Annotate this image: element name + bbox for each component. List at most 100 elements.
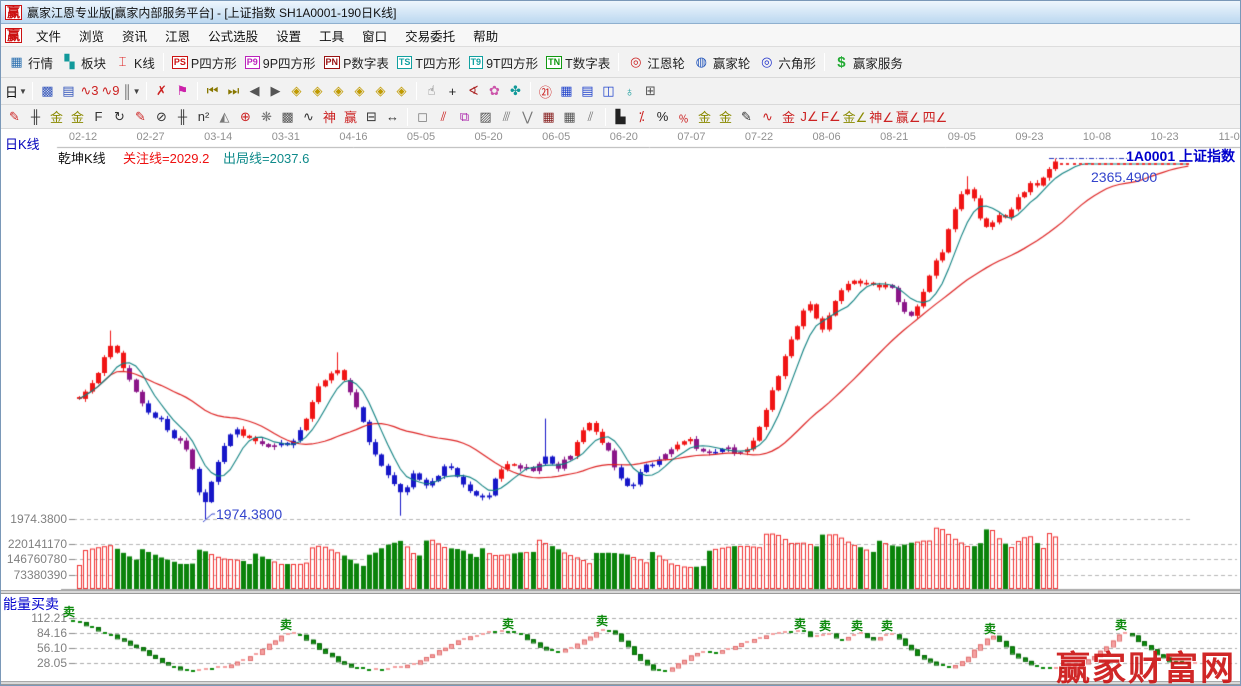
toolbar1-hexagon[interactable]: ◎六角形: [758, 53, 816, 72]
toolbar3-ying-tool[interactable]: 赢: [341, 107, 360, 126]
menu-item-工具[interactable]: 工具: [310, 24, 353, 47]
toolbar3-gold-under[interactable]: 金: [779, 107, 798, 126]
toolbar2-diamond-expand[interactable]: ◈: [329, 82, 348, 101]
menu-item-帮助[interactable]: 帮助: [464, 24, 507, 47]
toolbar2-prev[interactable]: ◀: [245, 82, 264, 101]
menu-item-设置[interactable]: 设置: [267, 24, 310, 47]
toolbar2-report[interactable]: ▤: [59, 82, 78, 101]
toolbar3-pct-slope[interactable]: ⁒: [632, 107, 651, 126]
toolbar3-pencil[interactable]: ✎: [5, 107, 24, 126]
toolbar3-gold-circle[interactable]: 金: [695, 107, 714, 126]
toolbar3-grid-dense-2[interactable]: ▦: [560, 107, 579, 126]
toolbar1-9t-square[interactable]: T99T四方形: [469, 53, 539, 72]
toolbar3-grid-dense[interactable]: ▦: [539, 107, 558, 126]
toolbar3-wave-v[interactable]: ⋁: [518, 107, 537, 126]
grid-dense-icon: ▦: [542, 109, 554, 125]
toolbar2-diamond-right[interactable]: ◈: [308, 82, 327, 101]
toolbar2-formula[interactable]: ✗: [152, 82, 171, 101]
period-label[interactable]: 日K线: [5, 134, 40, 153]
toolbar2-first-page[interactable]: ⏮: [203, 82, 222, 101]
toolbar3-n-squared[interactable]: n²: [194, 107, 213, 126]
toolbar2-chart-9[interactable]: ∿9: [101, 82, 120, 101]
kline-chart-canvas[interactable]: [1, 129, 1241, 686]
toolbar3-shen-angle[interactable]: 神∠: [869, 107, 894, 126]
toolbar3-pencil-angle[interactable]: ✎: [131, 107, 150, 126]
toolbar2-shape-pink[interactable]: ✿: [485, 82, 504, 101]
toolbar3-circle-grid[interactable]: ⊘: [152, 107, 171, 126]
menu-item-江恩[interactable]: 江恩: [156, 24, 199, 47]
toolbar3-gold-grid-2[interactable]: 金: [68, 107, 87, 126]
toolbar2-next[interactable]: ▶: [266, 82, 285, 101]
toolbar2-diamond-fit[interactable]: ◈: [392, 82, 411, 101]
toolbar2-calendar-21[interactable]: ㉑: [536, 82, 555, 101]
toolbar2-flag-colors[interactable]: ⚑: [173, 82, 192, 101]
toolbar3-wave-mark[interactable]: ∿: [299, 107, 318, 126]
toolbar2-notes[interactable]: ▤: [578, 82, 597, 101]
toolbar3-gold-angle[interactable]: 金∠: [843, 107, 868, 126]
toolbar2-shape-teal[interactable]: ✤: [506, 82, 525, 101]
toolbar2-last-page[interactable]: ⏭: [224, 82, 243, 101]
toolbar3-percent[interactable]: %: [653, 107, 672, 126]
toolbar2-candle-style[interactable]: ║▼: [122, 82, 141, 101]
toolbar3-fan-gray[interactable]: ⫻: [497, 107, 516, 126]
toolbar-separator: [530, 82, 531, 100]
toolbar2-calculator[interactable]: ▦: [557, 82, 576, 101]
toolbar2-diamond-left-right[interactable]: ◈: [287, 82, 306, 101]
menu-item-资讯[interactable]: 资讯: [113, 24, 156, 47]
pane-separator[interactable]: [1, 590, 1241, 594]
toolbar1-p-square[interactable]: PSP四方形: [172, 53, 237, 72]
toolbar1-gann-wheel[interactable]: ◎江恩轮: [627, 53, 685, 72]
toolbar3-lines-3[interactable]: ⫽: [581, 107, 600, 126]
toolbar3-grid-lines[interactable]: ╫: [26, 107, 45, 126]
toolbar1-winner-wheel[interactable]: ◍赢家轮: [693, 53, 751, 72]
toolbar2-hand-drag[interactable]: ☝: [422, 82, 441, 101]
toolbar1-winner-service[interactable]: $赢家服务: [833, 53, 903, 72]
menu-item-交易委托[interactable]: 交易委托: [396, 24, 464, 47]
menu-item-浏览[interactable]: 浏览: [70, 24, 113, 47]
toolbar3-si-angle[interactable]: 四∠: [923, 107, 948, 126]
toolbar3-hash-grid[interactable]: ╫: [173, 107, 192, 126]
toolbar2-network[interactable]: ▩: [38, 82, 57, 101]
toolbar2-angle-measure[interactable]: ∢: [464, 82, 483, 101]
toolbar2-chart-3[interactable]: ∿3: [80, 82, 99, 101]
toolbar2-save[interactable]: ◫: [599, 82, 618, 101]
toolbar3-web-2[interactable]: ▩: [278, 107, 297, 126]
toolbar2-print[interactable]: ⊞: [641, 82, 660, 101]
toolbar3-candle-pen[interactable]: ✎: [737, 107, 756, 126]
toolbar3-fan-red[interactable]: ⫽: [434, 107, 453, 126]
toolbar1-quotes[interactable]: ▦行情: [8, 53, 53, 72]
toolbar3-gold-grid-1[interactable]: 金: [47, 107, 66, 126]
toolbar3-j-angle[interactable]: J∠: [800, 107, 819, 126]
toolbar1-t-square[interactable]: TST四方形: [397, 53, 461, 72]
toolbar2-web-tools[interactable]: ♁: [620, 82, 639, 101]
toolbar3-stats-bars[interactable]: ▙: [611, 107, 630, 126]
toolbar2-diamond-all[interactable]: ◈: [371, 82, 390, 101]
toolbar2-period-day[interactable]: 日▼: [5, 82, 27, 101]
toolbar3-prism[interactable]: ◭: [215, 107, 234, 126]
toolbar1-9p-square[interactable]: P99P四方形: [245, 53, 316, 72]
toolbar3-wave-a[interactable]: ∿: [758, 107, 777, 126]
toolbar1-t-number-table[interactable]: TNT数字表: [546, 53, 610, 72]
toolbar1-sectors[interactable]: ▚板块: [61, 53, 106, 72]
toolbar1-kline[interactable]: ⌶K线: [114, 53, 155, 72]
toolbar2-crosshair[interactable]: +: [443, 82, 462, 101]
menu-item-公式选股[interactable]: 公式选股: [199, 24, 267, 47]
toolbar1-p-number-table[interactable]: PNP数字表: [324, 53, 389, 72]
toolbar2-diamond-compress[interactable]: ◈: [350, 82, 369, 101]
menu-item-文件[interactable]: 文件: [27, 24, 70, 47]
toolbar3-web-1[interactable]: ❋: [257, 107, 276, 126]
menu-item-窗口[interactable]: 窗口: [353, 24, 396, 47]
toolbar3-fan-box[interactable]: ⧉: [455, 107, 474, 126]
toolbar3-measure-h[interactable]: ↔: [383, 107, 402, 126]
toolbar3-spiral[interactable]: ↻: [110, 107, 129, 126]
toolbar3-target-red[interactable]: ⊕: [236, 107, 255, 126]
toolbar3-f-angle[interactable]: F∠: [821, 107, 841, 126]
toolbar3-gold-line[interactable]: 金: [716, 107, 735, 126]
toolbar3-ruler-123[interactable]: ⊟: [362, 107, 381, 126]
toolbar3-pct-line[interactable]: ﹪: [674, 107, 693, 126]
toolbar3-f-grid[interactable]: F: [89, 107, 108, 126]
toolbar3-box-tool[interactable]: ◻: [413, 107, 432, 126]
toolbar3-ying-angle[interactable]: 赢∠: [896, 107, 921, 126]
toolbar3-web-box[interactable]: ▨: [476, 107, 495, 126]
toolbar3-shen-tool[interactable]: 神: [320, 107, 339, 126]
